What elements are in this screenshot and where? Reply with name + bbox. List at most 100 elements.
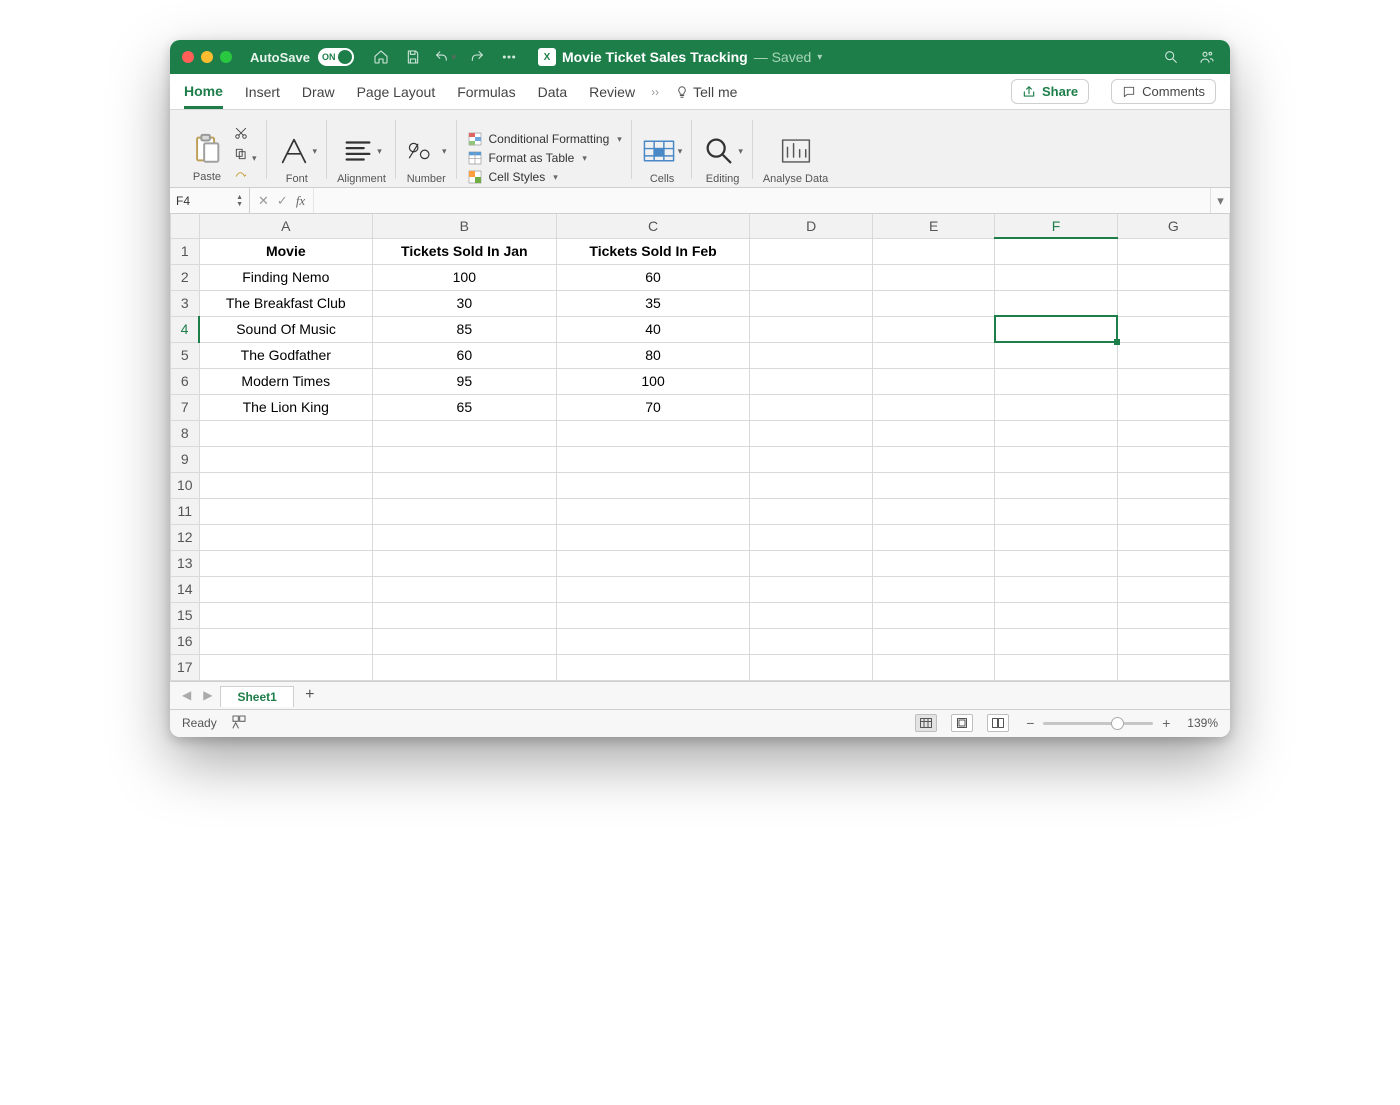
cell-G16[interactable] <box>1117 628 1229 654</box>
cell-D2[interactable] <box>750 264 872 290</box>
cell-E17[interactable] <box>872 654 994 680</box>
row-header-11[interactable]: 11 <box>171 498 200 524</box>
cell-G10[interactable] <box>1117 472 1229 498</box>
cell-F8[interactable] <box>995 420 1117 446</box>
cell-F1[interactable] <box>995 238 1117 264</box>
cell-A5[interactable]: The Godfather <box>199 342 372 368</box>
cell-E15[interactable] <box>872 602 994 628</box>
column-header-B[interactable]: B <box>373 214 557 238</box>
cell-G14[interactable] <box>1117 576 1229 602</box>
cell-E4[interactable] <box>872 316 994 342</box>
row-header-8[interactable]: 8 <box>171 420 200 446</box>
cell-C11[interactable] <box>556 498 750 524</box>
column-header-G[interactable]: G <box>1117 214 1229 238</box>
cell-G12[interactable] <box>1117 524 1229 550</box>
formula-input[interactable] <box>313 188 1210 213</box>
tab-page-layout[interactable]: Page Layout <box>357 77 436 107</box>
cell-G8[interactable] <box>1117 420 1229 446</box>
cell-B3[interactable]: 30 <box>373 290 557 316</box>
cell-C10[interactable] <box>556 472 750 498</box>
view-normal-icon[interactable] <box>915 714 937 732</box>
people-icon[interactable] <box>1196 46 1218 68</box>
expand-formula-icon[interactable]: ▾ <box>1210 188 1230 213</box>
cell-D15[interactable] <box>750 602 872 628</box>
tab-insert[interactable]: Insert <box>245 77 280 107</box>
cell-A11[interactable] <box>199 498 372 524</box>
copy-icon[interactable]: ▾ <box>232 147 257 164</box>
group-analyse[interactable]: Analyse Data <box>753 114 838 185</box>
cell-C16[interactable] <box>556 628 750 654</box>
cell-B5[interactable]: 60 <box>373 342 557 368</box>
cell-A3[interactable]: The Breakfast Club <box>199 290 372 316</box>
cell-A1[interactable]: Movie <box>199 238 372 264</box>
cell-C4[interactable]: 40 <box>556 316 750 342</box>
cell-E5[interactable] <box>872 342 994 368</box>
row-header-15[interactable]: 15 <box>171 602 200 628</box>
cell-D7[interactable] <box>750 394 872 420</box>
cell-F10[interactable] <box>995 472 1117 498</box>
view-page-layout-icon[interactable] <box>951 714 973 732</box>
add-sheet-button[interactable]: + <box>298 686 322 704</box>
close-icon[interactable] <box>182 51 194 63</box>
cell-A2[interactable]: Finding Nemo <box>199 264 372 290</box>
tab-home[interactable]: Home <box>184 76 223 109</box>
chevron-down-icon[interactable]: ▾ <box>817 52 822 63</box>
row-header-14[interactable]: 14 <box>171 576 200 602</box>
cell-D17[interactable] <box>750 654 872 680</box>
zoom-out-button[interactable]: − <box>1023 715 1037 731</box>
cell-D1[interactable] <box>750 238 872 264</box>
paste-button[interactable] <box>190 129 224 169</box>
cell-A4[interactable]: Sound Of Music <box>199 316 372 342</box>
cell-E13[interactable] <box>872 550 994 576</box>
cell-E10[interactable] <box>872 472 994 498</box>
group-number[interactable]: ▾ Number <box>396 114 457 185</box>
sheet-tab-active[interactable]: Sheet1 <box>220 686 293 707</box>
cell-F14[interactable] <box>995 576 1117 602</box>
tab-formulas[interactable]: Formulas <box>457 77 515 107</box>
tab-review[interactable]: Review <box>589 77 635 107</box>
cell-G6[interactable] <box>1117 368 1229 394</box>
cell-E2[interactable] <box>872 264 994 290</box>
group-alignment[interactable]: ▾ Alignment <box>327 114 396 185</box>
cell-C7[interactable]: 70 <box>556 394 750 420</box>
cell-G1[interactable] <box>1117 238 1229 264</box>
cell-G11[interactable] <box>1117 498 1229 524</box>
cell-C17[interactable] <box>556 654 750 680</box>
cell-B1[interactable]: Tickets Sold In Jan <box>373 238 557 264</box>
zoom-value[interactable]: 139% <box>1187 716 1218 730</box>
cell-E3[interactable] <box>872 290 994 316</box>
cell-B8[interactable] <box>373 420 557 446</box>
format-painter-icon[interactable] <box>232 168 257 185</box>
cell-F4[interactable] <box>995 316 1117 342</box>
cell-D8[interactable] <box>750 420 872 446</box>
cell-E1[interactable] <box>872 238 994 264</box>
tab-draw[interactable]: Draw <box>302 77 335 107</box>
cell-C3[interactable]: 35 <box>556 290 750 316</box>
cell-D3[interactable] <box>750 290 872 316</box>
cell-G17[interactable] <box>1117 654 1229 680</box>
cell-D14[interactable] <box>750 576 872 602</box>
cell-A14[interactable] <box>199 576 372 602</box>
autosave-switch[interactable]: ON <box>318 48 354 66</box>
cell-E8[interactable] <box>872 420 994 446</box>
autosave-toggle[interactable]: AutoSave ON <box>250 48 354 66</box>
cell-F15[interactable] <box>995 602 1117 628</box>
cell-B17[interactable] <box>373 654 557 680</box>
zoom-slider[interactable]: − + <box>1023 715 1173 731</box>
cell-C6[interactable]: 100 <box>556 368 750 394</box>
cell-A13[interactable] <box>199 550 372 576</box>
home-icon[interactable] <box>370 46 392 68</box>
document-title[interactable]: X Movie Ticket Sales Tracking — Saved ▾ <box>538 48 822 66</box>
cell-B14[interactable] <box>373 576 557 602</box>
sheet-nav-next[interactable]: ▶ <box>199 688 216 702</box>
maximize-icon[interactable] <box>220 51 232 63</box>
cell-G3[interactable] <box>1117 290 1229 316</box>
cell-E6[interactable] <box>872 368 994 394</box>
cell-C12[interactable] <box>556 524 750 550</box>
cell-C14[interactable] <box>556 576 750 602</box>
cell-E12[interactable] <box>872 524 994 550</box>
conditional-formatting-button[interactable]: Conditional Formatting▾ <box>467 131 622 147</box>
cell-D4[interactable] <box>750 316 872 342</box>
tab-data[interactable]: Data <box>538 77 568 107</box>
save-icon[interactable] <box>402 46 424 68</box>
